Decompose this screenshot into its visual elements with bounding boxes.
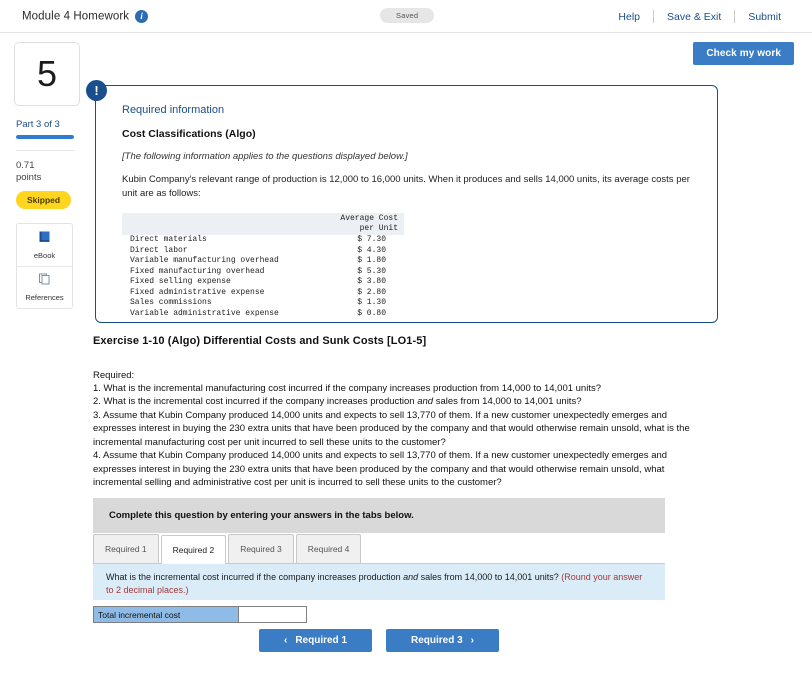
cost-label: Direct labor [130,245,188,255]
requirement-item: 2. What is the incremental cost incurred… [93,396,582,408]
exclamation-icon: ! [86,80,107,101]
table-row: Fixed administrative expense $ 2.80 [122,288,404,299]
chevron-left-icon: ‹ [283,635,288,646]
ebook-label: eBook [33,250,56,260]
table-header-blank [122,212,323,235]
table-row: Fixed manufacturing overhead $ 5.30 [122,267,404,278]
cost-label: Variable manufacturing overhead [130,256,279,266]
tab-required-4[interactable]: Required 4 [295,534,362,563]
requirement-item: 4. Assume that Kubin Company produced 14… [93,450,668,489]
exercise-title: Exercise 1-10 (Algo) Differential Costs … [93,335,427,347]
table-row: Fixed selling expense $ 3.80 [122,277,404,288]
required-tabs: Required 1 Required 2 Required 3 Required 4 [93,534,665,564]
cost-value: $ 0.80 [357,308,386,318]
answer-label: Total incremental cost [94,607,238,622]
tools-panel: eBook References [16,222,73,309]
answer-row: Total incremental cost [93,606,307,623]
cost-label: Variable administrative expense [130,308,279,318]
requirements-list: 1. What is the incremental manufacturing… [93,382,705,490]
help-link[interactable]: Help [605,11,653,23]
cost-label: Sales commissions [130,298,212,308]
cost-value: $ 3.80 [357,277,386,287]
question-text: What is the incremental cost incurred if… [106,572,562,582]
page-title-text: Module 4 Homework [22,10,130,23]
required-information-panel: Required information Cost Classification… [95,85,718,323]
cost-value: $ 7.30 [357,235,386,244]
chevron-right-icon: › [470,635,475,646]
previous-required-label: Required 1 [295,635,348,646]
active-question-prompt: What is the incremental cost incurred if… [93,564,665,600]
cost-value: $ 2.80 [357,287,386,297]
part-progress-fill [16,135,74,139]
total-incremental-cost-input[interactable] [238,607,306,622]
next-required-label: Required 3 [410,635,463,646]
table-row: Direct labor $ 4.30 [122,246,404,257]
top-bar: Module 4 Homework i Saved Help Save & Exi… [0,0,812,33]
part-progress-bar [16,135,74,139]
navigation-buttons: ‹ Required 1 Required 3 › [93,629,665,652]
points-unit: points [16,171,42,183]
check-my-work-button[interactable]: Check my work [693,42,794,65]
cost-value: $ 4.30 [357,245,386,255]
header-line-1: Average Cost [340,213,398,223]
average-cost-table: Average Cost per Unit Direct materials $ … [122,212,404,320]
previous-required-button[interactable]: ‹ Required 1 [259,629,372,652]
required-label: Required: [93,370,135,381]
points-value: 0.71 [16,160,35,171]
table-header-row: Average Cost per Unit [122,212,404,235]
ebook-button[interactable]: eBook [17,224,72,266]
top-bar-actions: Help Save & Exit Submit [605,0,794,33]
required-information-subheading: Cost Classifications (Algo) [122,128,256,140]
status-badge: Saved [380,8,435,23]
cost-table-body: Direct materials $ 7.30 Direct labor $ 4.30… [122,235,404,319]
cost-value: $ 1.80 [357,256,386,266]
requirement-item: 1. What is the incremental manufacturing… [93,383,601,394]
info-icon[interactable]: i [135,9,149,23]
cost-label: Direct materials [130,235,207,244]
table-row: Variable administrative expense $ 0.80 [122,309,404,320]
cost-label: Fixed administrative expense [130,287,265,297]
references-button[interactable]: References [17,265,72,308]
table-row: Sales commissions $ 1.30 [122,298,404,309]
cost-label: Fixed manufacturing overhead [130,266,265,276]
submit-link[interactable]: Submit [735,11,794,23]
copy-icon [38,272,51,290]
header-line-2: per Unit [359,223,398,233]
page-title: Module 4 Homework i [22,9,149,23]
save-and-exit-link[interactable]: Save & Exit [654,11,734,23]
question-number: 5 [14,42,80,106]
skipped-badge: Skipped [16,190,72,209]
references-label: References [25,293,64,303]
divider [16,150,74,151]
required-information-body: Kubin Company's relevant range of produc… [122,174,690,199]
complete-instruction-bar: Complete this question by entering your … [93,498,665,533]
part-label: Part 3 of 3 [16,119,60,130]
cost-label: Fixed selling expense [130,277,231,287]
question-sidebar: 5 Part 3 of 3 0.71 points Skipped eBook … [0,33,92,688]
table-row: Variable manufacturing overhead $ 1.80 [122,256,404,267]
required-information-heading: Required information [122,104,225,116]
requirement-item: 3. Assume that Kubin Company produced 14… [93,409,690,448]
tab-required-3[interactable]: Required 3 [228,534,294,563]
book-icon [38,230,51,248]
cost-value: $ 1.30 [357,298,386,308]
table-header-average-cost: Average Cost per Unit [322,212,404,235]
table-row: Direct materials $ 7.30 [122,235,404,246]
required-information-note: [The following information applies to th… [122,151,408,162]
next-required-button[interactable]: Required 3 › [386,629,499,652]
tab-required-2[interactable]: Required 2 [160,535,227,564]
cost-value: $ 5.30 [357,266,386,276]
tab-required-1[interactable]: Required 1 [93,534,159,563]
